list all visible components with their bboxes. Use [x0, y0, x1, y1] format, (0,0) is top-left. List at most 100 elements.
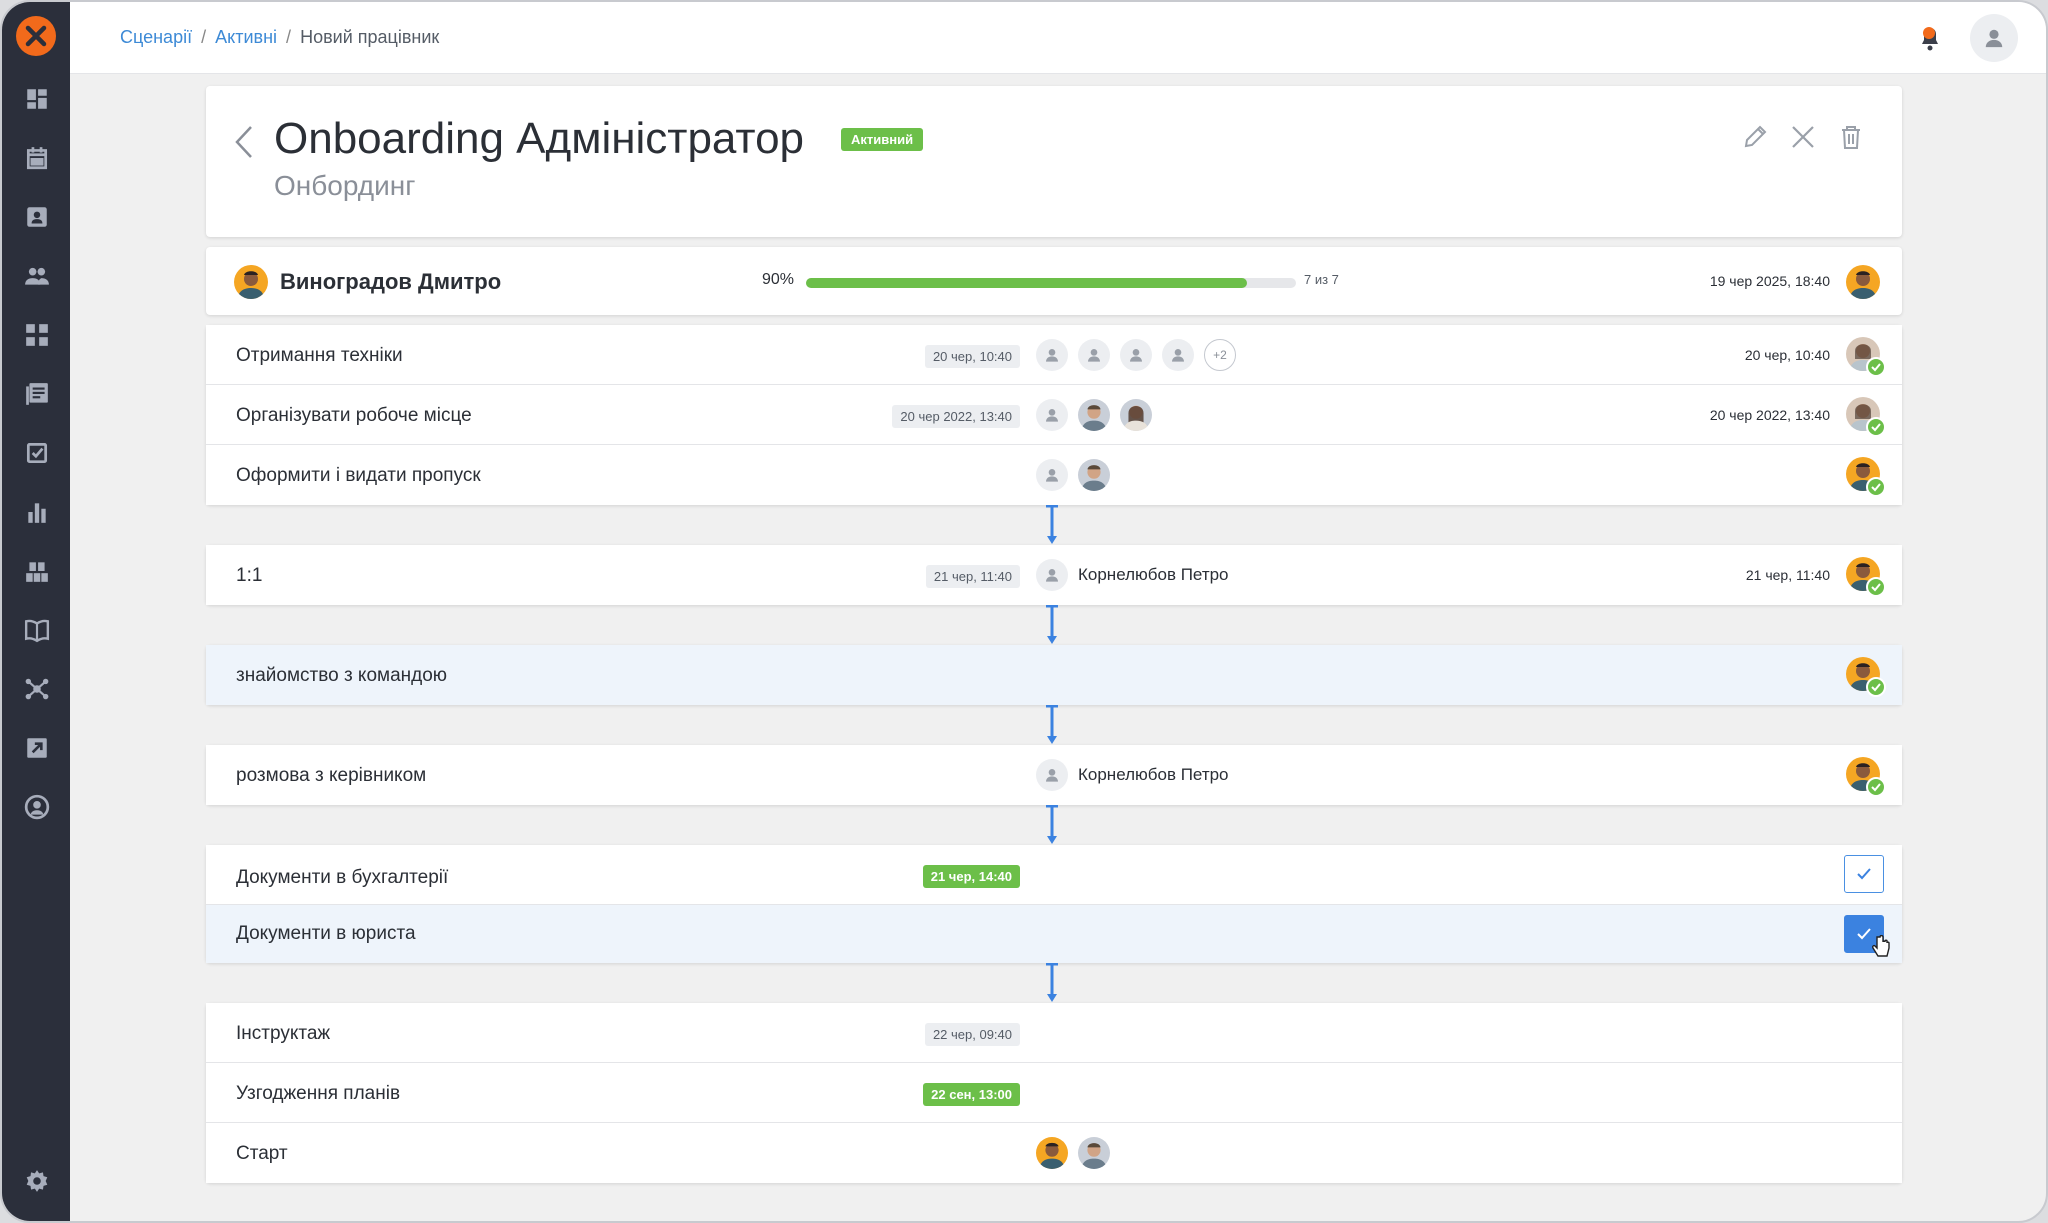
assignees — [1036, 1137, 1110, 1169]
profile-icon[interactable] — [24, 794, 50, 820]
hand-cursor-icon — [1870, 934, 1890, 964]
assignee-name[interactable]: Корнелюбов Петро — [1078, 765, 1229, 785]
articles-icon[interactable] — [24, 381, 50, 407]
progress-bar — [806, 278, 1296, 288]
main-content: Onboarding Адміністратор Активний Онборд… — [206, 86, 1902, 1183]
reports-icon[interactable] — [24, 499, 50, 525]
page-title: Onboarding Адміністратор — [274, 114, 805, 163]
check-icon — [1866, 417, 1886, 437]
assignee-avatar[interactable] — [1078, 1137, 1110, 1169]
completed-by-avatar[interactable] — [1846, 757, 1886, 797]
assignees: +2 — [1036, 339, 1236, 371]
check-icon — [1866, 477, 1886, 497]
user-avatar-icon[interactable] — [1970, 14, 2018, 62]
task-row[interactable]: Документи в бухгалтерії 21 чер, 14:40 — [206, 845, 1902, 905]
task-group: Отримання техніки 20 чер, 10:40 +2 20 че… — [206, 325, 1902, 505]
task-group: розмова з керівником Корнелюбов Петро — [206, 745, 1902, 805]
completed-by-avatar[interactable] — [1846, 657, 1886, 697]
completed-by-avatar[interactable] — [1846, 337, 1886, 377]
breadcrumb-scenarios[interactable]: Сценарії — [120, 27, 192, 47]
steps-count: 7 из 7 — [1304, 272, 1339, 287]
assignee-avatar[interactable] — [1036, 1137, 1068, 1169]
task-label: Оформити і видати пропуск — [236, 465, 481, 486]
progress-bar-fill — [806, 278, 1247, 288]
completed-date: 21 чер, 11:40 — [1745, 567, 1830, 583]
external-link-icon[interactable] — [24, 735, 50, 761]
assignee-placeholder-icon[interactable] — [1120, 339, 1152, 371]
flow-connector-arrow — [206, 505, 1902, 545]
assignee-placeholder-icon[interactable] — [1036, 459, 1068, 491]
book-icon[interactable] — [24, 617, 50, 643]
breadcrumb-active[interactable]: Активні — [215, 27, 277, 47]
task-label: Інструктаж — [236, 1023, 331, 1044]
breadcrumb-current: Новий працівник — [300, 27, 440, 47]
assignee-placeholder-icon[interactable] — [1036, 399, 1068, 431]
check-icon — [1866, 677, 1886, 697]
assignee-avatar[interactable] — [1120, 399, 1152, 431]
task-row[interactable]: Організувати робоче місце 20 чер 2022, 1… — [206, 385, 1902, 445]
task-checkbox[interactable] — [1844, 855, 1884, 893]
notifications-icon[interactable] — [1916, 24, 1946, 54]
back-chevron-icon[interactable] — [234, 124, 254, 160]
contact-card-icon[interactable] — [24, 204, 50, 230]
task-row[interactable]: 1:1 21 чер, 11:40 Корнелюбов Петро 21 че… — [206, 545, 1902, 605]
task-row[interactable]: розмова з керівником Корнелюбов Петро — [206, 745, 1902, 805]
task-row[interactable]: Інструктаж 22 чер, 09:40 — [206, 1003, 1902, 1063]
breadcrumb-separator: / — [201, 27, 207, 47]
task-deadline: 22 сен, 13:00 — [923, 1083, 1020, 1106]
task-row[interactable]: Старт — [206, 1123, 1902, 1183]
flow-connector-arrow — [206, 963, 1902, 1003]
sidebar — [2, 2, 70, 1221]
check-icon — [1866, 357, 1886, 377]
employee-progress-row: Виноградов Дмитро 90% 7 из 7 19 чер 2025… — [206, 247, 1902, 315]
close-icon[interactable] — [1788, 122, 1818, 152]
breadcrumb-separator: / — [286, 27, 292, 47]
task-label: 1:1 — [236, 565, 263, 586]
assignee-placeholder-icon[interactable] — [1078, 339, 1110, 371]
task-row[interactable]: Узгодження планів 22 сен, 13:00 — [206, 1063, 1902, 1123]
calendar-icon[interactable] — [24, 145, 50, 171]
assignee-placeholder-icon[interactable] — [1036, 759, 1068, 791]
app-logo[interactable] — [16, 16, 56, 56]
integrations-icon[interactable] — [24, 676, 50, 702]
settings-icon[interactable] — [24, 1168, 50, 1194]
flow-connector-arrow — [206, 805, 1902, 845]
completed-date: 20 чер, 10:40 — [1744, 347, 1830, 363]
assignees: Корнелюбов Петро — [1036, 759, 1229, 791]
breadcrumb: Сценарії / Активні / Новий працівник — [120, 27, 439, 48]
assignee-avatar[interactable] — [1078, 459, 1110, 491]
more-assignees-badge[interactable]: +2 — [1204, 339, 1236, 371]
progress-percent: 90% — [762, 271, 795, 288]
tasks-icon[interactable] — [24, 440, 50, 466]
completed-by-avatar[interactable] — [1846, 557, 1886, 597]
check-icon — [1866, 777, 1886, 797]
task-group: Документи в бухгалтерії 21 чер, 14:40 До… — [206, 845, 1902, 963]
dashboard-icon[interactable] — [24, 86, 50, 112]
employee-date: 19 чер 2025, 18:40 — [1709, 273, 1830, 289]
edit-icon[interactable] — [1740, 122, 1770, 152]
employee-name[interactable]: Виноградов Дмитро — [280, 269, 501, 295]
trash-icon[interactable] — [1836, 122, 1866, 152]
assignee-name[interactable]: Корнелюбов Петро — [1078, 565, 1229, 585]
structure-icon[interactable] — [24, 558, 50, 584]
assignee-placeholder-icon[interactable] — [1036, 559, 1068, 591]
assignee-placeholder-icon[interactable] — [1162, 339, 1194, 371]
assignee-placeholder-icon[interactable] — [1036, 339, 1068, 371]
task-deadline: 20 чер, 10:40 — [924, 345, 1020, 368]
task-row[interactable]: Документи в юриста — [206, 905, 1902, 963]
employee-avatar[interactable] — [234, 265, 268, 299]
task-row[interactable]: Оформити і видати пропуск — [206, 445, 1902, 505]
assignees: Корнелюбов Петро — [1036, 559, 1229, 591]
topbar: Сценарії / Активні / Новий працівник — [70, 2, 2046, 74]
task-row[interactable]: Отримання техніки 20 чер, 10:40 +2 20 че… — [206, 325, 1902, 385]
completed-by-avatar[interactable] — [1846, 457, 1886, 497]
completed-by-avatar[interactable] — [1846, 397, 1886, 437]
task-row[interactable]: знайомство з командою — [206, 645, 1902, 705]
task-label: розмова з керівником — [236, 765, 427, 786]
assignee-avatar[interactable] — [1078, 399, 1110, 431]
people-icon[interactable] — [24, 263, 50, 289]
completed-date: 20 чер 2022, 13:40 — [1709, 407, 1830, 423]
flow-connector-arrow — [206, 605, 1902, 645]
workflow-icon[interactable] — [24, 322, 50, 348]
responsible-avatar[interactable] — [1846, 265, 1880, 299]
